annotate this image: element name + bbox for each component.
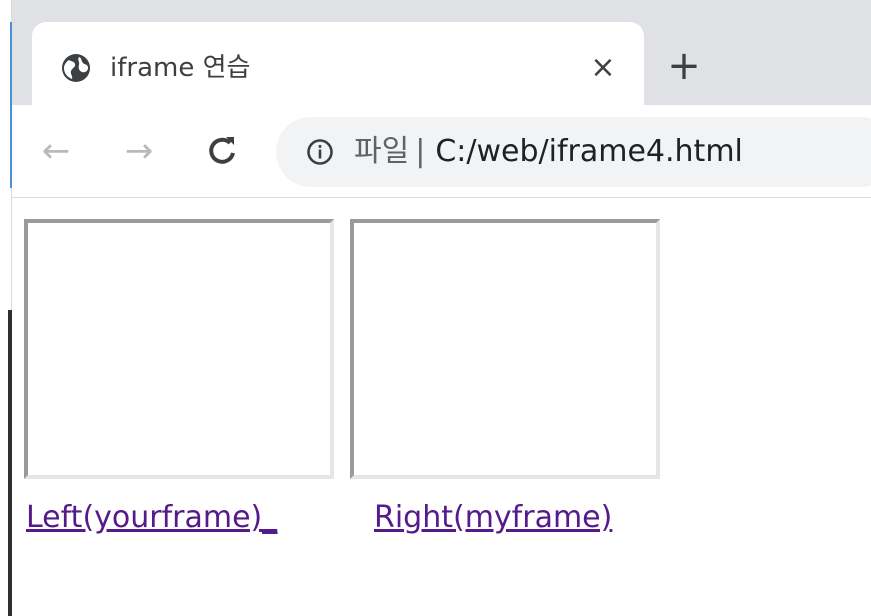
page-content: Left(yourframe)_ Right(myframe) — [12, 199, 871, 616]
tab-close-button[interactable]: × — [587, 52, 619, 84]
iframe-right[interactable] — [350, 219, 660, 479]
tab-strip: iframe 연습 × + — [12, 0, 871, 105]
reload-button[interactable] — [200, 129, 244, 173]
window-left-edge — [0, 0, 12, 616]
new-tab-button[interactable]: + — [662, 44, 706, 88]
reload-icon — [209, 137, 235, 164]
url-display[interactable]: 파일 | C:/web/iframe4.html — [354, 134, 743, 170]
tab-iframe-practice[interactable]: iframe 연습 × — [32, 22, 644, 105]
iframe-left[interactable] — [24, 219, 334, 479]
info-icon[interactable] — [306, 138, 334, 166]
browser-window: iframe 연습 × + ← → 파일 | C:/web/iframe4.html… — [0, 0, 871, 616]
url-text: C:/web/iframe4.html — [435, 134, 743, 169]
forward-button[interactable]: → — [117, 129, 161, 173]
url-scheme-label: 파일 — [354, 134, 410, 169]
url-separator: | — [415, 134, 426, 169]
tab-title: iframe 연습 — [110, 53, 251, 83]
globe-icon — [62, 54, 90, 82]
browser-toolbar: ← → 파일 | C:/web/iframe4.html — [12, 105, 871, 198]
right-myframe-link[interactable]: Right(myframe) — [374, 499, 612, 537]
back-button[interactable]: ← — [34, 129, 78, 173]
address-bar[interactable]: 파일 | C:/web/iframe4.html — [276, 117, 871, 187]
left-yourframe-link[interactable]: Left(yourframe)_ — [26, 499, 277, 537]
